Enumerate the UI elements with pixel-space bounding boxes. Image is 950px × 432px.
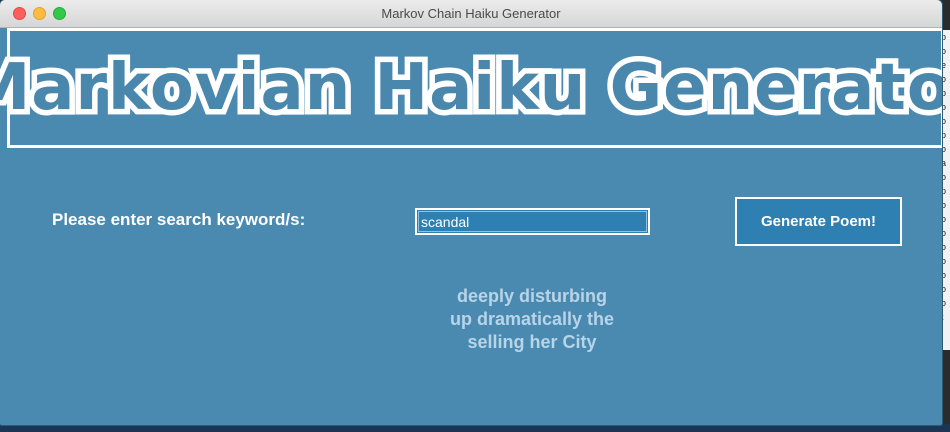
background-text: o xyxy=(941,74,947,84)
background-window-edge: p o e o p o o p o a o p o o o o o o o o … xyxy=(941,30,950,350)
keyword-prompt-label: Please enter search keyword/s: xyxy=(52,210,306,229)
generate-poem-button[interactable]: Generate Poem! xyxy=(735,197,902,246)
background-text: e xyxy=(941,60,947,70)
background-text: o xyxy=(941,228,947,238)
background-text: o xyxy=(941,214,947,224)
background-text: p xyxy=(941,130,947,140)
background-text: o xyxy=(941,256,947,266)
background-text: o xyxy=(941,270,947,280)
background-text: o xyxy=(941,46,947,56)
window-title: Markov Chain Haiku Generator xyxy=(381,6,561,21)
background-text: o xyxy=(941,242,947,252)
background-text: a xyxy=(941,158,947,168)
poem-line: deeply disturbing xyxy=(456,286,607,306)
background-text: o xyxy=(941,172,947,182)
window-titlebar[interactable]: Markov Chain Haiku Generator xyxy=(0,0,942,28)
background-text: o xyxy=(941,116,947,126)
background-text: p xyxy=(941,186,947,196)
app-window: Markov Chain Haiku Generator Markovian H… xyxy=(0,0,942,425)
app-heading: Markovian Haiku Generator xyxy=(0,46,942,131)
background-text: p xyxy=(941,32,947,42)
background-text: t xyxy=(941,312,944,322)
poem-line: selling her City xyxy=(467,332,597,352)
poem-output: deeply disturbing up dramatically the se… xyxy=(382,285,682,354)
background-text: o xyxy=(941,298,947,308)
background-text: p xyxy=(941,88,947,98)
header-banner: Markovian Haiku Generator xyxy=(0,28,942,148)
poem-line: up dramatically the xyxy=(449,309,615,329)
desktop-taskbar-edge xyxy=(0,424,950,432)
keyword-input[interactable] xyxy=(415,208,650,235)
background-text: o xyxy=(941,144,947,154)
background-text: o xyxy=(941,200,947,210)
background-text: o xyxy=(941,284,947,294)
background-text: o xyxy=(941,102,947,112)
